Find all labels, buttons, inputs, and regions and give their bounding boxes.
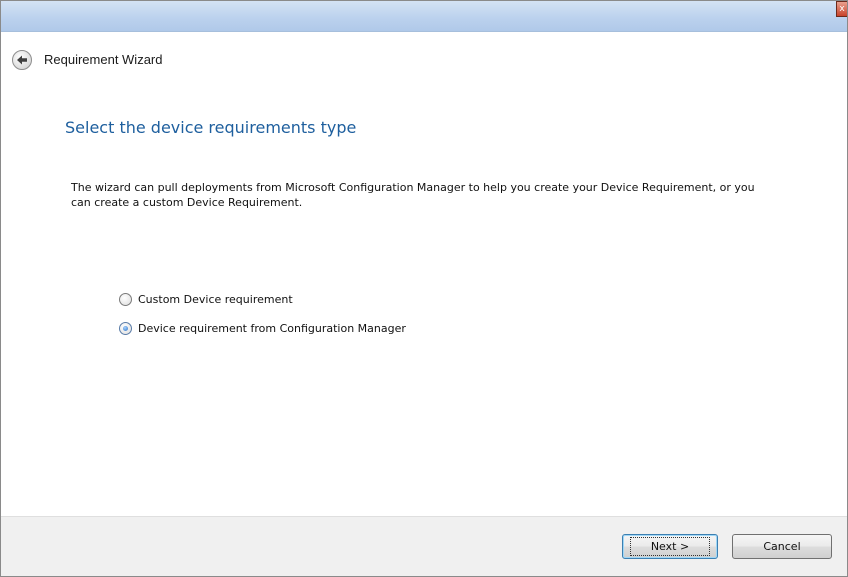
next-button[interactable]: Next > — [622, 534, 718, 559]
wizard-content: Select the device requirements type The … — [1, 85, 847, 518]
wizard-window: x Requirement Wizard Select the device r… — [0, 0, 848, 577]
cancel-button[interactable]: Cancel — [732, 534, 832, 559]
next-button-label: Next > — [629, 537, 711, 556]
description-text: The wizard can pull deployments from Mic… — [71, 181, 755, 209]
radio-configuration-manager-requirement[interactable]: Device requirement from Configuration Ma… — [119, 320, 406, 336]
radio-custom-device-requirement[interactable]: Custom Device requirement — [119, 291, 293, 307]
radio-button-checked[interactable] — [119, 321, 132, 335]
close-icon: x — [839, 4, 845, 14]
close-button[interactable]: x — [836, 1, 847, 17]
title-bar[interactable]: x — [1, 1, 847, 32]
radio-label: Custom Device requirement — [138, 292, 293, 306]
cancel-button-label: Cancel — [763, 540, 801, 553]
radio-label: Device requirement from Configuration Ma… — [138, 321, 406, 335]
back-button[interactable] — [12, 50, 32, 70]
wizard-title: Requirement Wizard — [44, 52, 163, 67]
radio-button-unchecked[interactable] — [119, 292, 132, 306]
wizard-footer: Next > Cancel — [1, 516, 847, 576]
wizard-header: Requirement Wizard — [1, 32, 847, 84]
back-arrow-icon — [17, 55, 27, 65]
page-heading: Select the device requirements type — [65, 118, 357, 137]
